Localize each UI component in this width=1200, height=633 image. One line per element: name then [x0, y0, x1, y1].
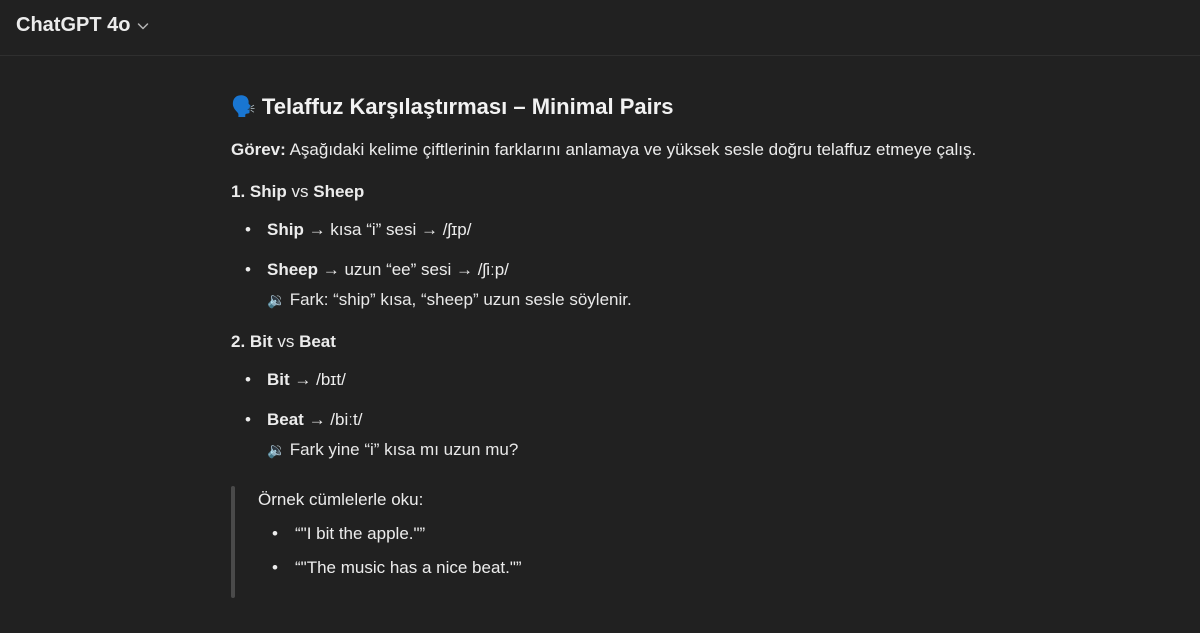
item-text: → uzun “ee” sesi → /ʃiːp/: [318, 260, 509, 279]
item-text: → /biːt/: [303, 410, 363, 429]
section-word-a: Bit: [249, 332, 273, 351]
chevron-down-icon: [138, 22, 149, 29]
item-text: → /bɪt/: [289, 370, 346, 389]
bullet: •: [245, 260, 251, 279]
speaker-icon: 🔉: [267, 442, 286, 459]
item-word: Beat: [267, 410, 304, 429]
bullet: •: [272, 524, 278, 543]
list-item: • Bit → /bɪt/: [231, 370, 1031, 390]
note-text: Fark yine “i” kısa mı uzun mu?: [289, 440, 519, 459]
top-bar: ChatGPT 4o: [0, 0, 1200, 56]
assistant-message: 🗣️ Telaffuz Karşılaştırması – Minimal Pa…: [231, 90, 1031, 598]
speaking-head-icon: 🗣️: [231, 96, 256, 118]
bullet: •: [245, 410, 251, 429]
note-line: 🔉 Fark yine “i” kısa mı uzun mu?: [267, 440, 1031, 460]
task-paragraph: Görev: Aşağıdaki kelime çiftlerinin fark…: [231, 140, 1031, 160]
example-sentence-list: • “"I bit the apple."” • “"The music has…: [258, 524, 1031, 578]
task-label: Görev:: [231, 140, 286, 159]
model-selector-button[interactable]: ChatGPT 4o: [16, 14, 150, 37]
note-line: 🔉 Fark: “ship” kısa, “sheep” uzun sesle s…: [267, 290, 1031, 310]
task-text: Aşağıdaki kelime çiftlerinin farklarını …: [285, 140, 977, 159]
section-heading-1: 1. Ship vs Sheep: [231, 182, 1031, 202]
message-title: 🗣️ Telaffuz Karşılaştırması – Minimal Pa…: [231, 94, 1031, 120]
list-item: • “"The music has a nice beat."”: [258, 558, 1031, 578]
list-item: • Beat → /biːt/ 🔉 Fark yine “i” kısa mı u…: [231, 410, 1031, 460]
section-word-b: Sheep: [313, 182, 365, 201]
section-heading-2: 2. Bit vs Beat: [231, 332, 1031, 352]
section-2-list: • Bit → /bɪt/ • Beat → /biːt/ 🔉 Fark yine…: [231, 370, 1031, 460]
section-1-list: • Ship → kısa “i” sesi → /ʃɪp/ • Sheep →…: [231, 220, 1031, 310]
bullet: •: [272, 558, 278, 577]
blockquote-bar: [231, 486, 235, 598]
item-word: Sheep: [267, 260, 319, 279]
section-vs: vs: [277, 332, 295, 351]
list-item: • Ship → kısa “i” sesi → /ʃɪp/: [231, 220, 1031, 240]
item-word: Ship: [267, 220, 304, 239]
list-item: • Sheep → uzun “ee” sesi → /ʃiːp/ 🔉 Fark:…: [231, 260, 1031, 310]
example-sentence: “"I bit the apple."”: [295, 524, 426, 543]
note-text: Fark: “ship” kısa, “sheep” uzun sesle sö…: [289, 290, 632, 309]
section-word-b: Beat: [299, 332, 336, 351]
model-name: ChatGPT 4o: [16, 14, 131, 36]
blockquote: Örnek cümlelerle oku: • “"I bit the appl…: [231, 486, 1031, 598]
bullet: •: [245, 370, 251, 389]
list-item: • “"I bit the apple."”: [258, 524, 1031, 544]
item-text: → kısa “i” sesi → /ʃɪp/: [303, 220, 472, 239]
item-word: Bit: [267, 370, 290, 389]
section-number: 1.: [231, 182, 246, 201]
speaker-icon: 🔉: [267, 292, 286, 309]
bullet: •: [245, 220, 251, 239]
blockquote-title: Örnek cümlelerle oku:: [258, 490, 424, 509]
section-word-a: Ship: [249, 182, 287, 201]
section-number: 2.: [231, 332, 246, 351]
example-sentence: “"The music has a nice beat."”: [295, 558, 522, 577]
title-text: Telaffuz Karşılaştırması – Minimal Pairs: [261, 94, 674, 119]
section-vs: vs: [291, 182, 309, 201]
